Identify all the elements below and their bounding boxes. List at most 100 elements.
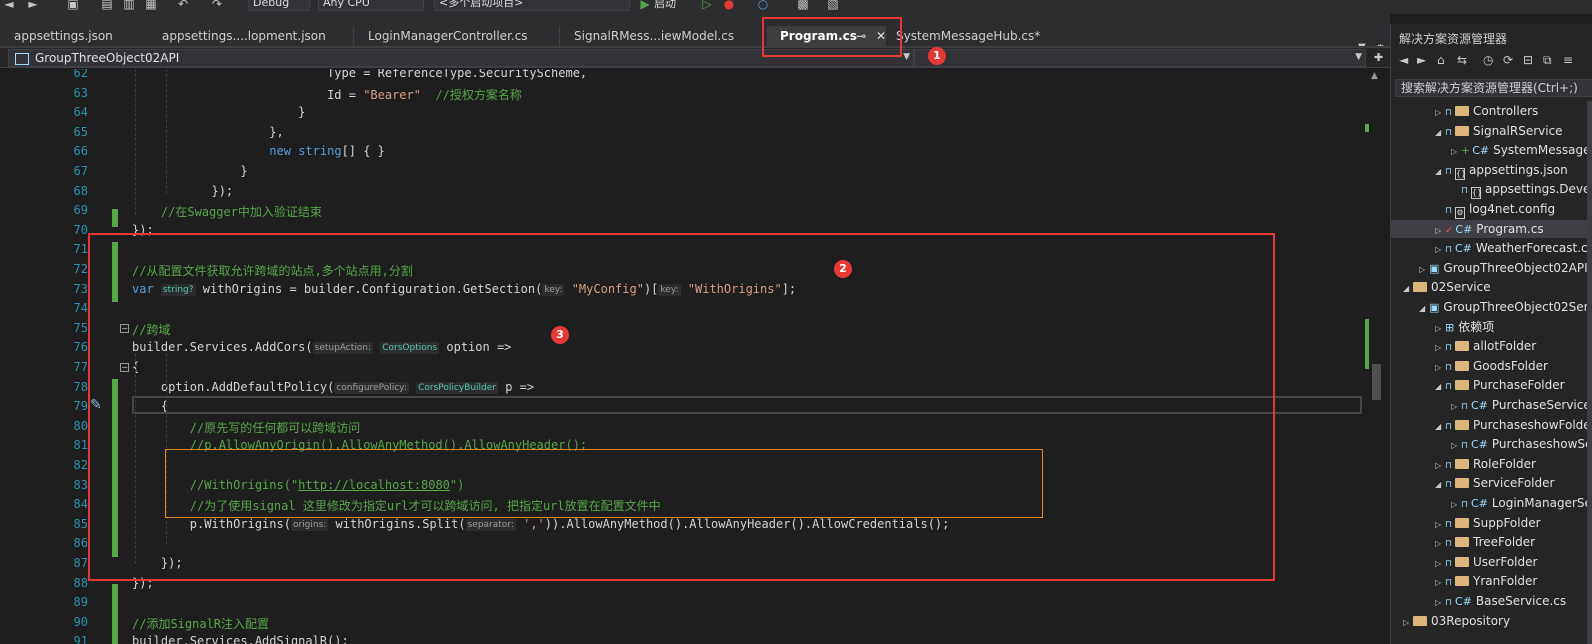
forward-icon[interactable]: ► <box>1417 53 1426 67</box>
collapsed-icon[interactable]: ▷ <box>1403 614 1413 632</box>
collapsed-icon[interactable]: ▷ <box>1451 398 1461 416</box>
restart-icon[interactable]: ○ <box>756 0 770 11</box>
tree-item[interactable]: ◢▣GroupThreeObject02Service <box>1391 298 1592 318</box>
collapsed-icon[interactable]: ▷ <box>1435 516 1445 534</box>
code-line[interactable]: //在Swagger中加入验证结束 <box>132 203 322 220</box>
collapsed-icon[interactable]: ▷ <box>1435 241 1445 259</box>
collapsed-icon[interactable]: ▷ <box>1451 143 1461 161</box>
tab-login-manager-controller[interactable]: LoginManagerController.cs <box>354 26 560 46</box>
properties-icon[interactable]: ≡ <box>1563 53 1573 67</box>
stop-icon[interactable]: ● <box>722 0 736 11</box>
collapsed-icon[interactable]: ▷ <box>1435 359 1445 377</box>
open-file-icon[interactable]: ▤ <box>100 0 114 11</box>
tree-item[interactable]: ▷ 03Repository <box>1391 612 1587 630</box>
redo-icon[interactable]: ↷ <box>210 0 224 11</box>
tools-icon[interactable]: ▩ <box>796 0 810 11</box>
pending-changes-icon[interactable]: ◷ <box>1483 53 1493 67</box>
tree-item[interactable]: ▷ ⊓ RoleFolder <box>1391 455 1587 473</box>
code-editor[interactable]: 62 63 64 65 66 67 68 69 70 71 72 73 74 75 76 77 78 79 80 81… <box>0 69 1365 644</box>
code-line[interactable]: } <box>132 164 247 178</box>
start-icon[interactable]: ▶ <box>638 0 652 11</box>
tree-item[interactable]: ▷ ⊓ SuppFolder <box>1391 514 1587 532</box>
tree-item[interactable]: ▷ ⊓ C# WeatherForecast.cs <box>1391 239 1592 259</box>
platform-select[interactable]: Any CPU <box>318 0 424 11</box>
expanded-icon[interactable]: ◢ <box>1435 476 1445 494</box>
startup-project-select[interactable]: <多个启动项目> <box>434 0 630 11</box>
tree-item[interactable]: ▷⊓C#LoginManagerService.cs <box>1391 494 1592 514</box>
start-without-debug-icon[interactable]: ▷ <box>700 0 714 11</box>
start-button[interactable]: 启动 <box>654 0 676 12</box>
tree-item[interactable]: ▷ ⊓ YranFolder <box>1391 572 1587 590</box>
explorer-scrollbar[interactable] <box>1587 101 1592 644</box>
tree-item[interactable]: ▷⊓C#PurchaseshowService.cs <box>1391 435 1592 455</box>
code-line[interactable]: Id = "Bearer" //授权方案名称 <box>132 86 522 103</box>
code-line[interactable]: Type = ReferenceType.SecurityScheme, <box>132 69 587 80</box>
tree-item[interactable]: ⊓{}appsettings.Development.json <box>1391 180 1592 200</box>
tree-item[interactable]: ◢ ⊓ SignalRService <box>1391 122 1587 140</box>
collapsed-icon[interactable]: ▷ <box>1435 320 1445 338</box>
tree-item[interactable]: ◢ 02Service <box>1391 278 1587 296</box>
collapsed-icon[interactable]: ▷ <box>1419 261 1429 279</box>
expanded-icon[interactable]: ◢ <box>1435 163 1445 181</box>
split-editor-icon[interactable]: ✚ <box>1374 51 1383 64</box>
collapsed-icon[interactable]: ▷ <box>1435 222 1445 240</box>
forward-icon[interactable]: ► <box>26 0 40 11</box>
tree-item[interactable]: ▷ ⊓ Controllers <box>1391 102 1587 120</box>
tab-signalr-message-viewmodel[interactable]: SignalRMess...iewModel.cs <box>560 26 768 46</box>
show-all-files-icon[interactable]: ⧉ <box>1543 53 1552 68</box>
collapsed-icon[interactable]: ▷ <box>1435 574 1445 592</box>
layout-icon[interactable]: ▧ <box>826 0 840 11</box>
collapsed-icon[interactable]: ▷ <box>1435 555 1445 573</box>
code-line[interactable]: //添加SignalR注入配置 <box>132 615 269 632</box>
code-line[interactable]: }); <box>132 184 233 198</box>
tree-item[interactable]: ▷⊓C#PurchaseService.cs <box>1391 396 1592 416</box>
code-line[interactable]: }, <box>132 125 283 139</box>
undo-icon[interactable]: ↶ <box>176 0 190 11</box>
back-icon[interactable]: ◄ <box>1399 53 1408 67</box>
sync-icon[interactable]: ⟳ <box>1503 53 1513 67</box>
tree-item[interactable]: ◢ ⊓ ServiceFolder <box>1391 474 1587 492</box>
collapsed-icon[interactable]: ▷ <box>1435 594 1445 612</box>
tab-system-message-hub[interactable]: SystemMessageHub.cs* <box>886 26 1080 46</box>
collapsed-icon[interactable]: ▷ <box>1435 535 1445 553</box>
tree-item[interactable]: ▷ ✓ C# Program.cs <box>1391 219 1587 240</box>
collapsed-icon[interactable]: ▷ <box>1435 457 1445 475</box>
collapsed-icon[interactable]: ▷ <box>1451 437 1461 455</box>
scroll-up-icon[interactable]: ▲ <box>1371 71 1378 81</box>
collapsed-icon[interactable]: ▷ <box>1435 104 1445 122</box>
scroll-thumb[interactable] <box>1372 364 1381 400</box>
collapsed-icon[interactable]: ▷ <box>1435 339 1445 357</box>
expanded-icon[interactable]: ◢ <box>1419 300 1429 318</box>
tree-item[interactable]: ▷ ⊓ UserFolder <box>1391 553 1587 571</box>
member-select[interactable]: ▼ <box>914 49 1366 67</box>
configuration-select[interactable]: Debug <box>248 0 310 11</box>
tree-item[interactable]: ▷+C#SystemMessageHub.cs <box>1391 141 1592 161</box>
expanded-icon[interactable]: ◢ <box>1403 280 1413 298</box>
code-line[interactable]: new string[] { } <box>132 144 385 158</box>
expanded-icon[interactable]: ◢ <box>1435 378 1445 396</box>
tree-item[interactable]: ▷ ⊞ 依赖项 <box>1391 318 1587 336</box>
code-line[interactable]: builder.Services.AddSignalR(); <box>132 634 349 644</box>
tree-item[interactable]: ▷ ⊓ allotFolder <box>1391 337 1587 355</box>
tree-item[interactable]: ◢ ⊓ PurchaseshowFolder <box>1391 416 1592 436</box>
save-all-icon[interactable]: ▦ <box>144 0 158 11</box>
save-icon[interactable]: ▥ <box>122 0 136 11</box>
new-project-icon[interactable]: ▣ <box>66 0 80 11</box>
expanded-icon[interactable]: ◢ <box>1435 418 1445 436</box>
tree-item[interactable]: ▷ ⊓ C# BaseService.cs <box>1391 592 1587 610</box>
tree-item[interactable]: ⊓ ⚙ log4net.config <box>1391 200 1587 219</box>
tree-item[interactable]: ▷ ▣ GroupThreeObject02API <box>1391 259 1588 279</box>
tree-item[interactable]: ▷ ⊓ GoodsFolder <box>1391 357 1587 375</box>
tree-item[interactable]: ◢ ⊓ PurchaseFolder <box>1391 376 1587 394</box>
code-line[interactable]: } <box>132 105 305 119</box>
tree-item[interactable]: ◢ ⊓{} appsettings.json <box>1391 161 1587 181</box>
collapsed-icon[interactable]: ▷ <box>1451 496 1461 514</box>
tab-appsettings[interactable]: appsettings.json <box>0 26 150 46</box>
home-icon[interactable]: ⌂ <box>1437 53 1445 67</box>
collapse-all-icon[interactable]: ⊟ <box>1523 53 1533 67</box>
back-icon[interactable]: ◄ <box>2 0 16 11</box>
tree-item[interactable]: ▷ ⊓ TreeFolder <box>1391 533 1587 551</box>
editor-vertical-scrollbar[interactable]: ▲ <box>1365 69 1387 644</box>
switch-views-icon[interactable]: ⇆ <box>1457 53 1467 67</box>
expanded-icon[interactable]: ◢ <box>1435 124 1445 142</box>
